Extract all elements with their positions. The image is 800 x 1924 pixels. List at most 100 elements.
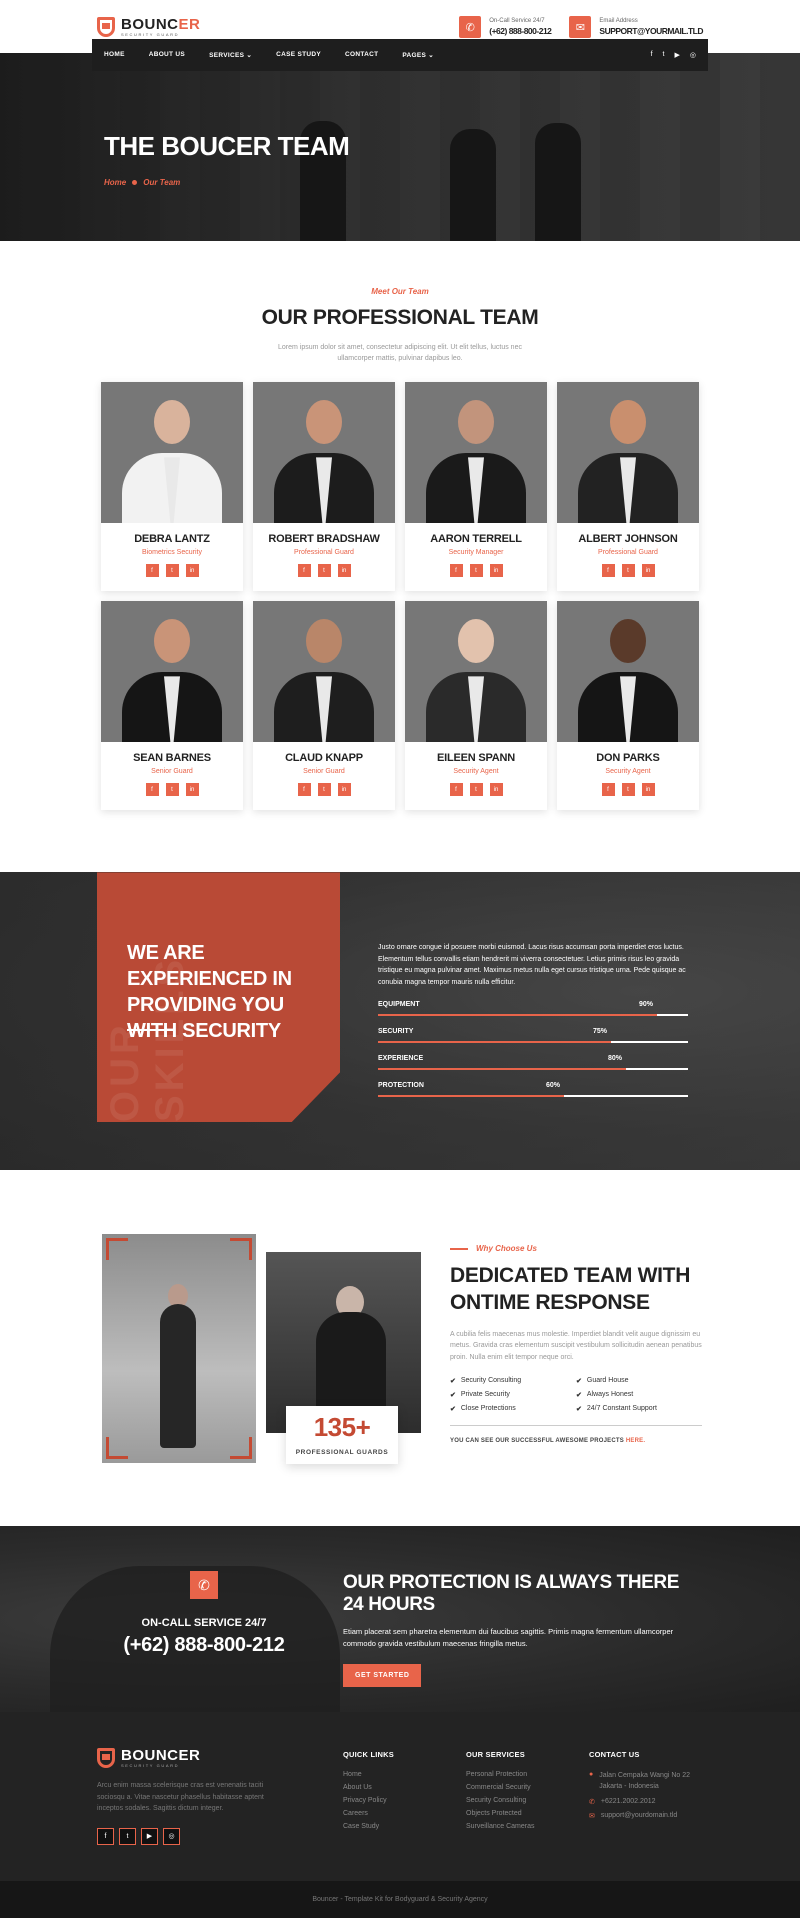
team-description: Lorem ipsum dolor sit amet, consectetur … [278, 344, 522, 363]
facebook-icon[interactable]: f [601, 564, 615, 578]
nav-home[interactable]: HOME [104, 51, 125, 59]
contact-email[interactable]: ✉ Email Address SUPPORT@YOURMAIL.TLD [569, 16, 703, 38]
nav-case-study[interactable]: CASE STUDY [276, 51, 321, 59]
youtube-icon[interactable]: ▶ [675, 51, 680, 59]
feature-item: ✔ Security Consulting [450, 1377, 522, 1385]
twitter-icon[interactable]: t [663, 51, 665, 59]
nav-contact[interactable]: CONTACT [345, 51, 378, 59]
services-title: OUR SERVICES [466, 1750, 525, 1760]
twitter-icon[interactable]: t [165, 564, 179, 578]
footer-service-personal-protection[interactable]: Personal Protection [466, 1771, 534, 1778]
footer-address: ● Jalan Cempaka Wangi No 22 Jakarta - Ind… [589, 1771, 691, 1790]
quick-links-title: QUICK LINKS [343, 1750, 394, 1760]
hero-figure [535, 123, 581, 241]
team-member-photo [101, 601, 243, 743]
check-icon: ✔ [450, 1405, 456, 1413]
facebook-icon[interactable]: f [297, 564, 311, 578]
kicker-line-icon [450, 1248, 468, 1250]
footer-service-objects-protected[interactable]: Objects Protected [466, 1810, 534, 1817]
why-choose-us-section: 135+ PROFESSIONAL GUARDS Why Choose Us D… [0, 1170, 800, 1526]
get-started-button[interactable]: GET STARTED [343, 1663, 422, 1687]
twitter-icon[interactable]: t [469, 783, 483, 797]
twitter-icon[interactable]: t [317, 564, 331, 578]
instagram-icon[interactable]: ◎ [163, 1827, 180, 1845]
projects-here-link[interactable]: HERE. [626, 1438, 645, 1444]
facebook-icon[interactable]: f [145, 564, 159, 578]
corner-frame-icon [106, 1437, 128, 1460]
map-pin-icon: ● [589, 1771, 594, 1779]
breadcrumb-home[interactable]: Home [104, 178, 126, 187]
linkedin-icon[interactable]: in [337, 564, 351, 578]
facebook-icon[interactable]: f [297, 783, 311, 797]
nav-services[interactable]: SERVICES ⌄ [209, 51, 252, 59]
footer-service-security-consulting[interactable]: Security Consulting [466, 1797, 534, 1804]
contact-phone-value: (+62) 888-800-212 [489, 26, 552, 36]
twitter-icon[interactable]: t [621, 564, 635, 578]
facebook-icon[interactable]: f [97, 1827, 114, 1845]
skill-percent: 60% [546, 1081, 561, 1089]
nav-about-us[interactable]: ABOUT US [149, 51, 185, 59]
footer-logo[interactable]: BOUNCER SECURITY GUARD [97, 1748, 277, 1769]
footer-email[interactable]: ✉ support@yourdomain.tld [589, 1812, 709, 1820]
corner-frame-icon [230, 1238, 252, 1261]
team-member-card: EILEEN SPANN Security Agent f t in [405, 601, 547, 811]
linkedin-icon[interactable]: in [489, 783, 503, 797]
team-member-name: SEAN BARNES [133, 752, 211, 765]
why-divider [450, 1424, 702, 1426]
footer-link-case-study[interactable]: Case Study [343, 1823, 394, 1830]
skill-bar: SECURITY 75% [378, 1028, 696, 1043]
skill-name: PROTECTION [378, 1081, 424, 1089]
footer-service-surveillance-cameras[interactable]: Surveillance Cameras [466, 1823, 534, 1830]
experience-divider [127, 1029, 173, 1032]
feature-item: ✔ Always Honest [576, 1391, 634, 1399]
linkedin-icon[interactable]: in [641, 783, 655, 797]
footer-link-privacy-policy[interactable]: Privacy Policy [343, 1797, 394, 1804]
linkedin-icon[interactable]: in [337, 783, 351, 797]
facebook-icon[interactable]: f [601, 783, 615, 797]
instagram-icon[interactable]: ◎ [690, 51, 696, 59]
team-member-photo [557, 382, 699, 524]
breadcrumb-current: Our Team [143, 178, 181, 187]
team-member-photo [405, 601, 547, 743]
check-icon: ✔ [450, 1377, 456, 1385]
twitter-icon[interactable]: t [119, 1827, 136, 1845]
contact-phone[interactable]: ✆ On-Call Service 24/7 (+62) 888-800-212 [459, 16, 552, 38]
footer-quick-links: QUICK LINKS Home About Us Privacy Policy… [343, 1750, 394, 1836]
phone-icon: ✆ [459, 16, 482, 38]
footer-service-commercial-security[interactable]: Commercial Security [466, 1784, 534, 1791]
feature-item: ✔ Guard House [576, 1377, 629, 1385]
footer: BOUNCER SECURITY GUARD Arcu enim massa s… [0, 1712, 800, 1882]
twitter-icon[interactable]: t [469, 564, 483, 578]
corner-frame-icon [230, 1437, 252, 1460]
twitter-icon[interactable]: t [621, 783, 635, 797]
skill-bar: EXPERIENCE 80% [378, 1055, 696, 1070]
facebook-icon[interactable]: f [449, 564, 463, 578]
nav-pages[interactable]: PAGES ⌄ [402, 51, 434, 59]
logo[interactable]: BOUNCER SECURITY GUARD [97, 17, 200, 37]
linkedin-icon[interactable]: in [489, 564, 503, 578]
youtube-icon[interactable]: ▶ [141, 1827, 158, 1845]
footer-phone[interactable]: ✆ +6221.2002.2012 [589, 1798, 709, 1806]
linkedin-icon[interactable]: in [185, 783, 199, 797]
team-member-card: SEAN BARNES Senior Guard f t in [101, 601, 243, 811]
footer-link-home[interactable]: Home [343, 1771, 394, 1778]
team-member-card: ROBERT BRADSHAW Professional Guard f t i… [253, 382, 395, 592]
feature-item: ✔ Private Security [450, 1391, 510, 1399]
features-list: ✔ Security Consulting ✔ Guard House ✔ Priva… [450, 1377, 702, 1413]
experience-panel: OUR SKILLS WE ARE EXPERIENCED IN PROVIDI… [97, 872, 340, 1123]
linkedin-icon[interactable]: in [185, 564, 199, 578]
twitter-icon[interactable]: t [165, 783, 179, 797]
facebook-icon[interactable]: f [651, 51, 653, 59]
check-icon: ✔ [576, 1391, 582, 1399]
linkedin-icon[interactable]: in [641, 564, 655, 578]
facebook-icon[interactable]: f [449, 783, 463, 797]
page-hero: THE BOUCER TEAM Home Our Team [0, 53, 800, 241]
shield-logo-icon [97, 17, 115, 37]
footer-link-careers[interactable]: Careers [343, 1810, 394, 1817]
footer-services: OUR SERVICES Personal Protection Commerc… [466, 1750, 534, 1836]
skill-name: EQUIPMENT [378, 1000, 420, 1008]
footer-description: Arcu enim massa scelerisque cras est ven… [97, 1782, 264, 1812]
twitter-icon[interactable]: t [317, 783, 331, 797]
footer-link-about-us[interactable]: About Us [343, 1784, 394, 1791]
facebook-icon[interactable]: f [145, 783, 159, 797]
